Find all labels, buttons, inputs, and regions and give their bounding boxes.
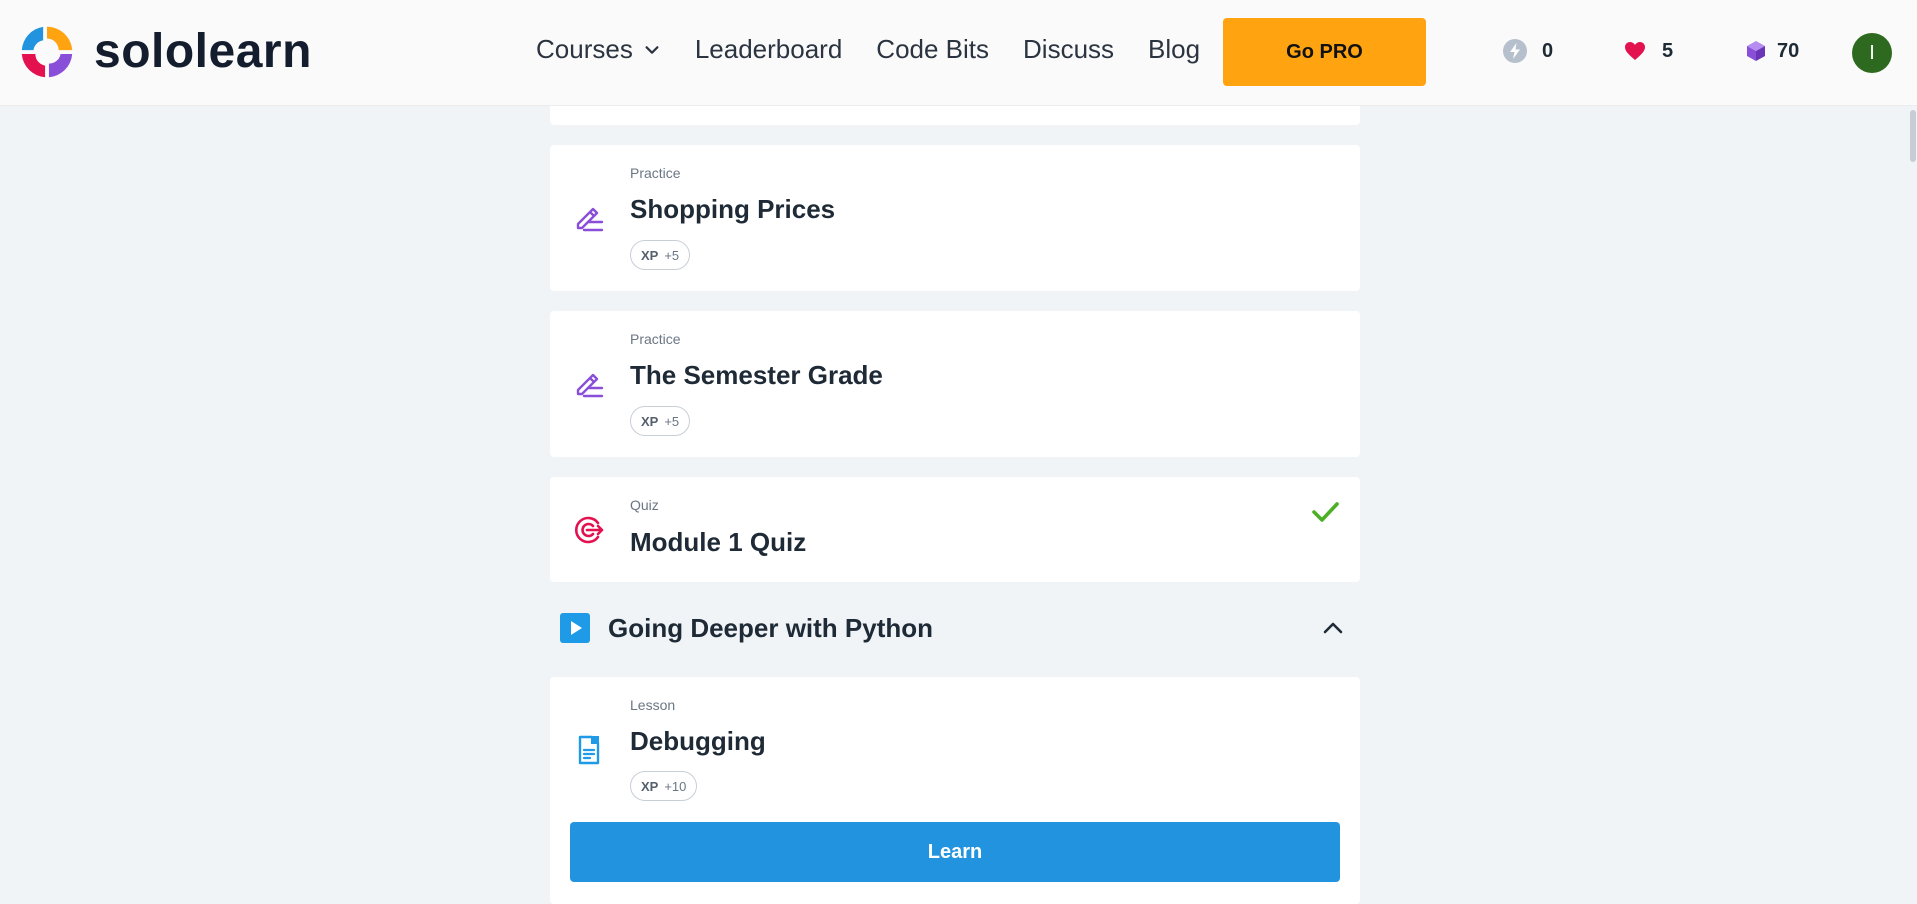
xp-badge: XP +10 <box>630 771 698 801</box>
item-title: The Semester Grade <box>630 360 883 390</box>
scrollbar[interactable] <box>1909 106 1917 904</box>
go-pro-button[interactable]: Go PRO <box>1223 18 1426 86</box>
xp-badge: XP +5 <box>630 240 691 270</box>
item-title: Debugging <box>630 726 766 756</box>
chevron-down-icon <box>645 45 659 54</box>
bits-count: 70 <box>1777 39 1800 62</box>
target-icon <box>575 516 604 544</box>
xp-value: +5 <box>664 247 680 263</box>
lesson-icon <box>578 735 600 765</box>
bits-stat[interactable]: 70 <box>1743 38 1799 64</box>
learn-button[interactable]: Learn <box>570 822 1340 882</box>
lesson-card[interactable]: Lesson Debugging XP +10 Learn <box>550 677 1360 904</box>
streak-stat[interactable]: 0 <box>1502 38 1553 64</box>
nav-code-bits[interactable]: Code Bits <box>876 34 989 65</box>
hearts-stat[interactable]: 5 <box>1622 38 1673 64</box>
checkmark-icon <box>1312 502 1339 522</box>
item-title: Shopping Prices <box>630 194 836 224</box>
xp-label: XP <box>641 247 659 263</box>
module-title: Going Deeper with Python <box>608 612 934 643</box>
module-header[interactable]: Going Deeper with Python <box>550 604 1360 652</box>
streak-count: 0 <box>1542 39 1554 62</box>
item-title: Module 1 Quiz <box>630 527 807 557</box>
cube-icon <box>1747 41 1765 61</box>
heart-icon <box>1625 42 1645 60</box>
nav-blog[interactable]: Blog <box>1148 34 1200 65</box>
sololearn-logo[interactable]: sololearn <box>16 20 312 84</box>
chevron-up-icon[interactable] <box>1320 615 1346 641</box>
item-type: Quiz <box>630 497 659 513</box>
item-type: Practice <box>630 165 681 181</box>
pencil-icon <box>576 207 604 232</box>
xp-value: +5 <box>664 413 680 429</box>
lightning-icon <box>1503 39 1527 63</box>
hearts-count: 5 <box>1662 39 1674 62</box>
list-item[interactable]: Practice The Semester Grade XP +5 <box>550 311 1360 457</box>
sololearn-logo-icon <box>21 26 73 78</box>
xp-badge: XP +5 <box>630 406 691 436</box>
list-item[interactable]: Quiz Module 1 Quiz <box>550 477 1360 582</box>
pencil-icon <box>576 373 604 398</box>
item-type: Lesson <box>630 697 676 713</box>
xp-value: +10 <box>664 778 687 794</box>
nav-leaderboard[interactable]: Leaderboard <box>695 34 842 65</box>
nav-courses[interactable]: Courses <box>536 34 661 65</box>
nav-discuss[interactable]: Discuss <box>1023 34 1114 65</box>
avatar[interactable]: I <box>1852 33 1892 73</box>
list-item[interactable]: Practice Shopping Prices XP +5 <box>550 145 1360 291</box>
scrollbar-thumb[interactable] <box>1910 110 1916 162</box>
top-navbar: sololearn Courses Leaderboard Code Bits … <box>0 0 1917 106</box>
item-type: Practice <box>630 331 681 347</box>
xp-label: XP <box>641 778 659 794</box>
logo-text: sololearn <box>94 25 312 78</box>
xp-label: XP <box>641 413 659 429</box>
main-nav: Courses Leaderboard Code Bits Discuss Bl… <box>536 34 1234 65</box>
nav-courses-label: Courses <box>536 34 633 64</box>
play-icon <box>560 613 590 643</box>
